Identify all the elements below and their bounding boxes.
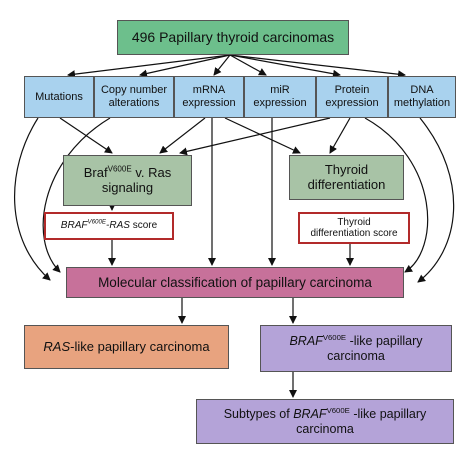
platform-mutations: Mutations: [24, 76, 94, 118]
platform-copy-number-line1: Copy number: [100, 84, 168, 97]
differentiation-line1: Thyroid: [324, 161, 369, 177]
platform-protein-line2: expression: [325, 97, 379, 109]
arrow-top-to-dna: [229, 54, 406, 79]
classification-box: Molecular classification of papillary ca…: [66, 267, 404, 298]
arrow-protein-to-signaling: [179, 117, 331, 156]
differentiation-line2: differentiation: [307, 176, 386, 192]
top-box-label: 496 Papillary thyroid carcinomas: [131, 29, 335, 46]
arrow-mrna-to-differentiation: [224, 117, 301, 154]
platform-dna-line2: methylation: [393, 97, 451, 109]
tds-score-box: Thyroid differentiation score: [298, 212, 410, 244]
arrow-top-to-protein: [229, 54, 341, 78]
platform-dna-methylation: DNA methylation: [388, 76, 456, 118]
braf-like-line2: carcinoma: [327, 348, 385, 363]
arrow-mutations-bypass: [14, 117, 51, 281]
classification-label: Molecular classification of papillary ca…: [98, 274, 372, 290]
brs-score-label: BRAFV600E-RAS score: [60, 218, 158, 232]
platform-mrna-line2: expression: [182, 97, 236, 109]
arrow-dna-bypass: [417, 117, 455, 283]
arrow-protein-to-differentiation: [329, 117, 351, 154]
platform-copy-number-line2: alterations: [108, 97, 160, 109]
brs-score-box: BRAFV600E-RAS score: [44, 212, 174, 240]
platform-mutations-label: Mutations: [35, 90, 83, 103]
platform-mir-line2: expression: [253, 97, 307, 109]
platform-protein: Protein expression: [316, 76, 388, 118]
subtypes-line1: Subtypes of BRAFV600E -like papillary: [223, 405, 427, 422]
platform-mrna: mRNA expression: [174, 76, 244, 118]
platform-protein-line1: Protein: [334, 84, 370, 97]
braf-like-box: BRAFV600E -like papillary carcinoma: [260, 325, 452, 372]
arrow-mrna-to-signaling: [159, 117, 206, 154]
signaling-line1: BrafV600E v. Ras: [83, 164, 172, 180]
braf-like-line1: BRAFV600E -like papillary: [289, 332, 423, 349]
differentiation-box: Thyroid differentiation: [289, 155, 404, 200]
signaling-line2: signaling: [101, 179, 154, 195]
tds-score-line2: differentiation score: [310, 228, 398, 239]
platform-mrna-line1: mRNA: [192, 84, 226, 97]
platform-mir: miR expression: [244, 76, 316, 118]
arrow-top-to-mutations: [67, 54, 231, 79]
ras-like-box: RAS-like papillary carcinoma: [24, 325, 229, 369]
platform-dna-line1: DNA: [410, 84, 434, 97]
ras-like-label: RAS-like papillary carcinoma: [43, 338, 210, 354]
signaling-box: BrafV600E v. Ras signaling: [63, 155, 192, 206]
tds-score-line1: Thyroid: [337, 216, 371, 228]
subtypes-box: Subtypes of BRAFV600E -like papillary ca…: [196, 399, 454, 444]
platform-copy-number: Copy number alterations: [94, 76, 174, 118]
subtypes-line2: carcinoma: [296, 421, 354, 436]
platform-mir-line1: miR: [270, 84, 290, 97]
top-box: 496 Papillary thyroid carcinomas: [117, 20, 349, 55]
